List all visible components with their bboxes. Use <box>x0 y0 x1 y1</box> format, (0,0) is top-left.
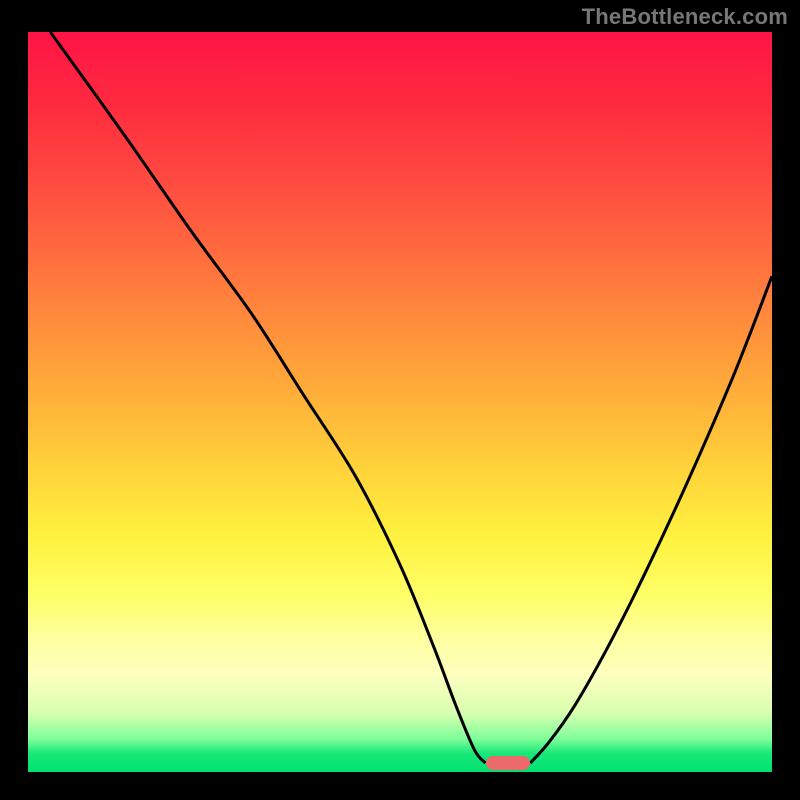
bottleneck-curve <box>28 32 772 772</box>
plot-outer <box>28 32 772 772</box>
curve-left-branch <box>50 32 485 763</box>
minimum-marker <box>486 756 531 770</box>
attribution-label: TheBottleneck.com <box>582 4 788 30</box>
chart-frame: TheBottleneck.com <box>0 0 800 800</box>
curve-right-branch <box>530 276 772 763</box>
